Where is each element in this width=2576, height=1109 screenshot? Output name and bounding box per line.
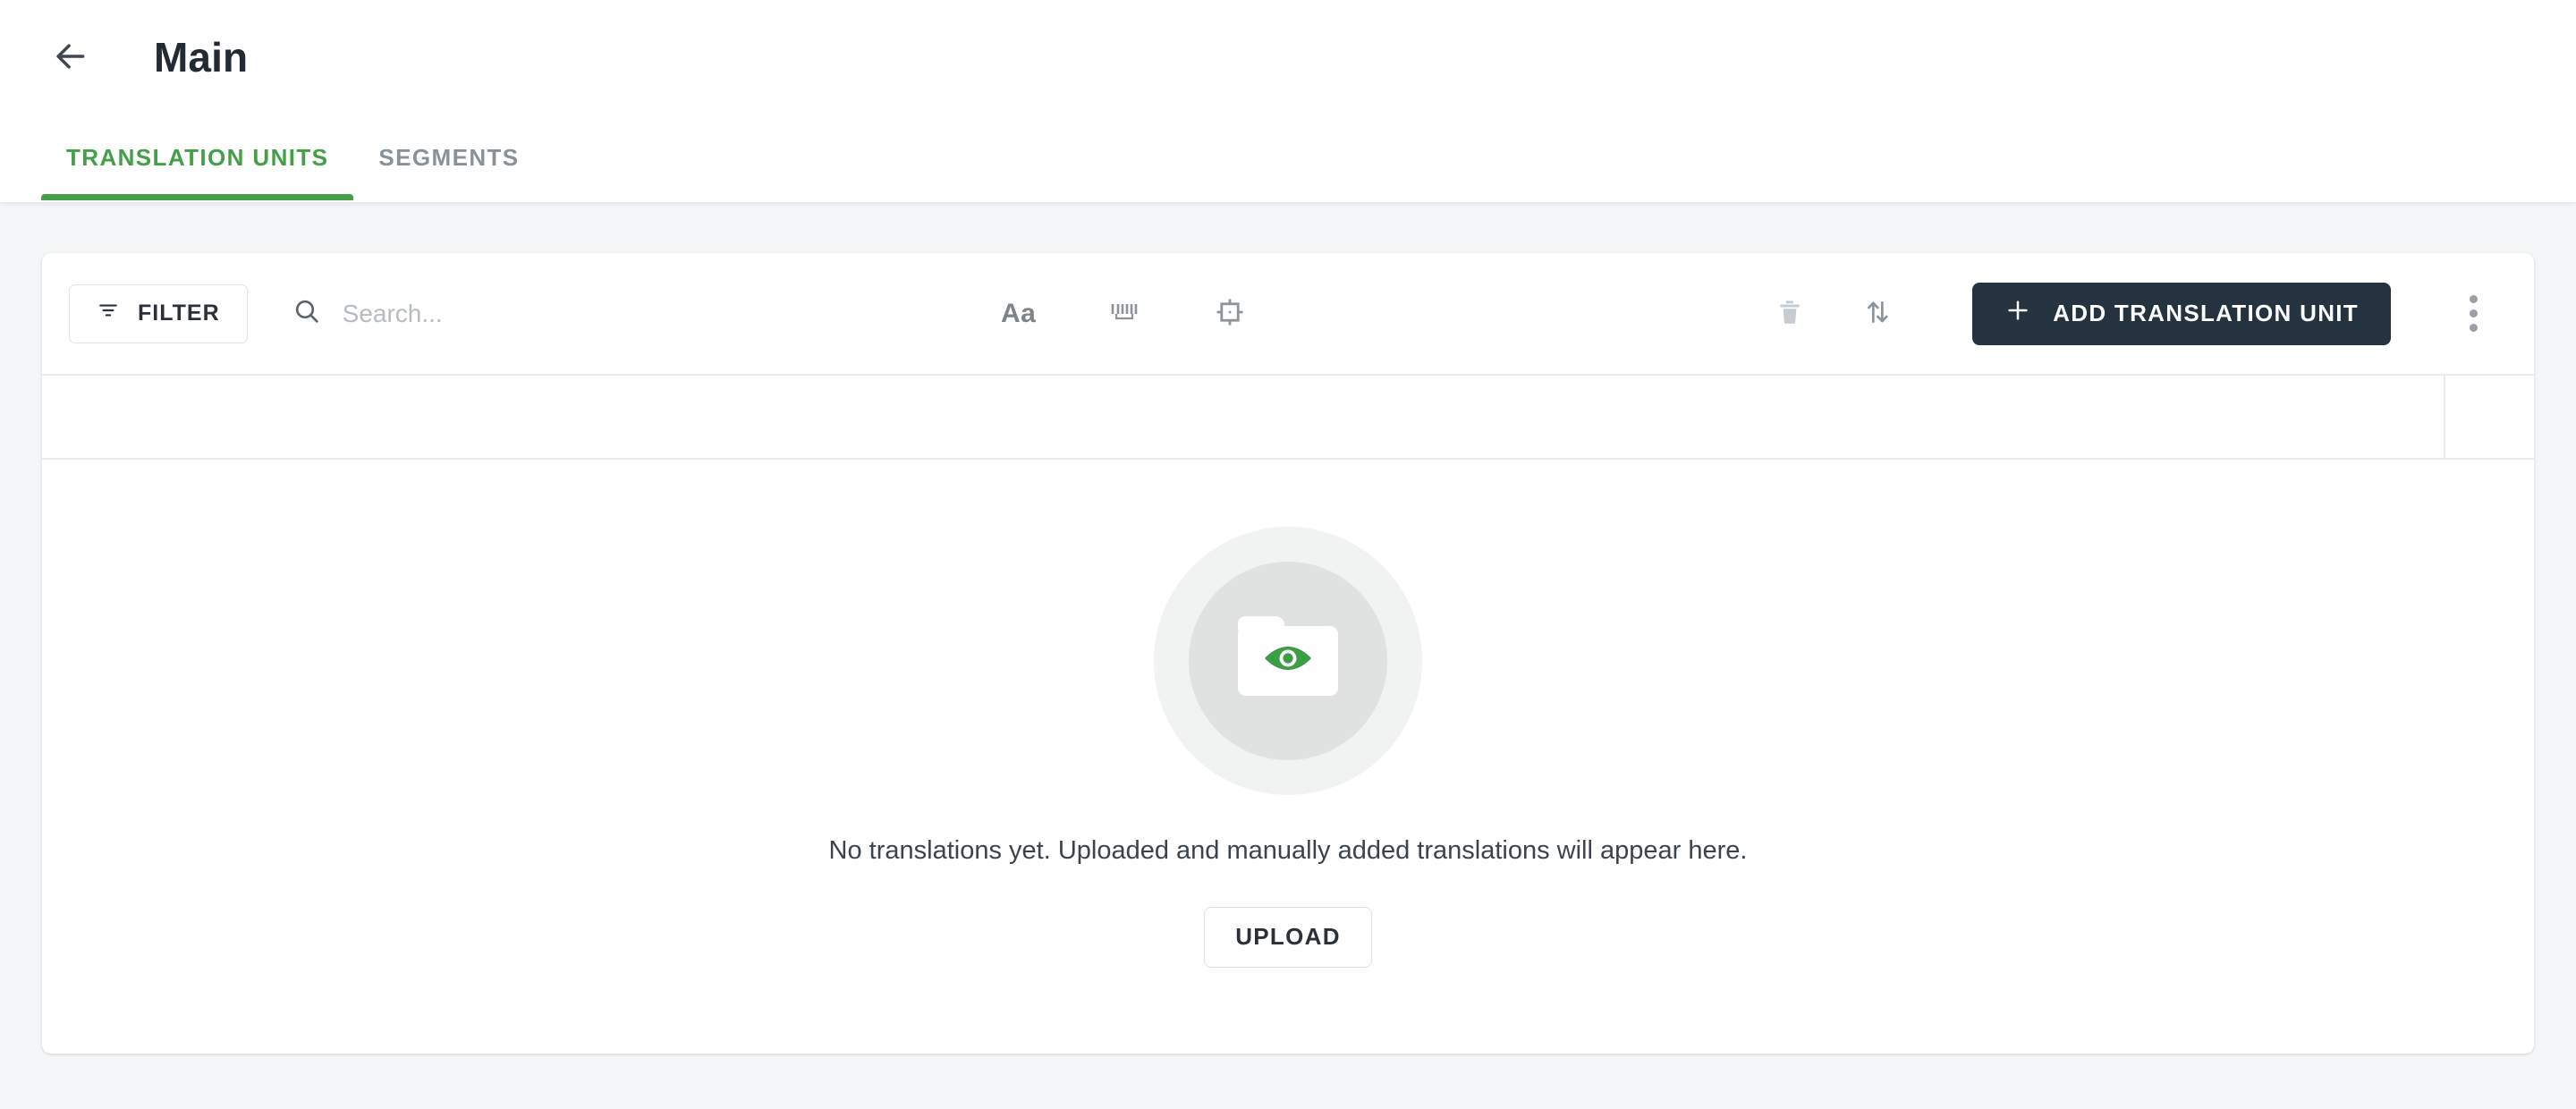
- view-option-icons: Aa: [994, 289, 1255, 339]
- sort-button[interactable]: [1852, 289, 1902, 339]
- tab-segments-label: SEGMENTS: [378, 143, 520, 171]
- column-divider: [2444, 376, 2445, 458]
- delete-button[interactable]: [1765, 289, 1815, 339]
- translation-units-card: FILTER Aa: [42, 253, 2534, 1054]
- tab-bar: TRANSLATION UNITS SEGMENTS: [0, 114, 2576, 200]
- app-header: Main TRANSLATION UNITS SEGMENTS: [0, 0, 2576, 202]
- kebab-menu-icon-dot3: [2469, 324, 2478, 332]
- back-button[interactable]: [41, 29, 98, 86]
- empty-state-message: No translations yet. Uploaded and manual…: [828, 835, 1748, 865]
- search-icon: [292, 297, 321, 330]
- crop-frame-icon: [1215, 297, 1245, 330]
- empty-state-illustration-inner: [1189, 561, 1387, 760]
- kebab-menu-icon-dot2: [2469, 309, 2478, 317]
- filter-button-label: FILTER: [138, 301, 220, 326]
- text-case-icon: Aa: [1000, 298, 1037, 328]
- empty-state-illustration: [1154, 526, 1422, 795]
- text-case-icon-button[interactable]: Aa: [994, 289, 1044, 339]
- table-toolbar: FILTER Aa: [42, 253, 2534, 374]
- crop-frame-icon-button[interactable]: [1205, 289, 1255, 339]
- tags-icon: [1109, 299, 1140, 328]
- tab-translation-units-label: TRANSLATION UNITS: [66, 143, 329, 171]
- upload-button[interactable]: UPLOAD: [1204, 906, 1372, 968]
- more-options-button[interactable]: [2448, 286, 2498, 342]
- table-header-row: [42, 374, 2534, 460]
- plus-icon: [2004, 297, 2031, 330]
- tab-translation-units[interactable]: TRANSLATION UNITS: [41, 114, 354, 200]
- tab-segments[interactable]: SEGMENTS: [353, 114, 544, 200]
- empty-state: No translations yet. Uploaded and manual…: [42, 460, 2534, 1054]
- header-top-bar: Main: [0, 0, 2576, 114]
- upload-button-label: UPLOAD: [1235, 923, 1341, 950]
- kebab-menu-icon: [2469, 295, 2478, 303]
- toolbar-actions: ADD TRANSLATION UNIT: [1765, 282, 2498, 345]
- content-area: FILTER Aa: [0, 202, 2576, 1109]
- filter-button[interactable]: FILTER: [69, 284, 248, 343]
- add-translation-unit-button[interactable]: ADD TRANSLATION UNIT: [1972, 282, 2391, 345]
- search-area: [292, 297, 949, 330]
- add-translation-unit-label: ADD TRANSLATION UNIT: [2053, 300, 2359, 326]
- arrow-left-icon: [50, 37, 89, 79]
- filter-icon: [97, 299, 120, 328]
- eye-icon: [1260, 640, 1316, 681]
- page-title: Main: [154, 34, 249, 80]
- sort-arrows-icon: [1863, 297, 1892, 330]
- search-input[interactable]: [340, 298, 949, 329]
- folder-eye-icon: [1238, 615, 1338, 696]
- trash-icon: [1775, 297, 1804, 330]
- tags-icon-button[interactable]: [1099, 289, 1149, 339]
